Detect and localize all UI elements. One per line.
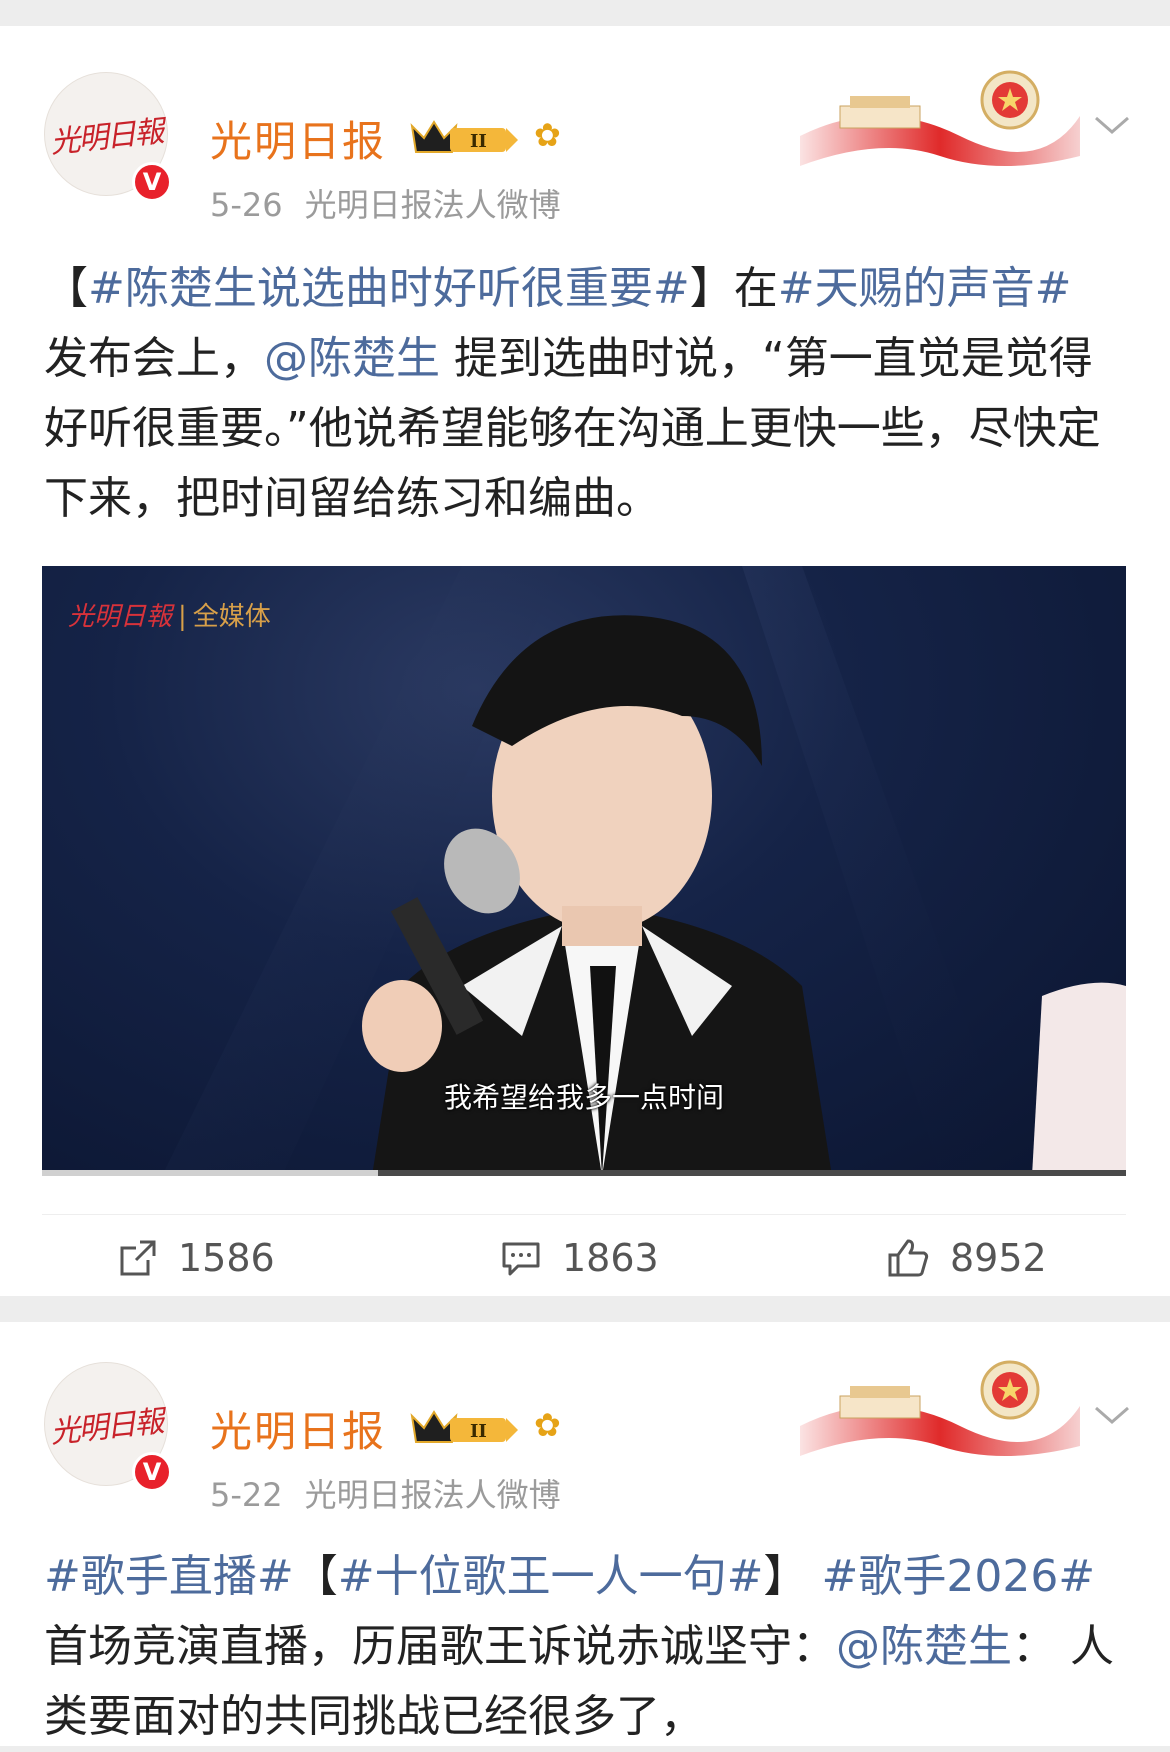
post-meta: 5-22 光明日报法人微博	[210, 1470, 583, 1516]
post-meta: 5-26 光明日报法人微博	[210, 180, 583, 226]
mention-link[interactable]: @陈楚生	[836, 1621, 1012, 1672]
video-watermark: 光明日報 | 全媒体	[68, 596, 271, 633]
video-progress-bar[interactable]	[42, 1170, 1126, 1176]
national-emblem-banner	[800, 1356, 1080, 1460]
post-source: 光明日报法人微博	[304, 186, 561, 224]
text-span: 在	[733, 263, 778, 314]
post-source: 光明日报法人微博	[304, 1476, 561, 1514]
like-count: 8952	[950, 1236, 1047, 1280]
chevron-down-icon[interactable]	[1092, 112, 1132, 138]
verified-badge-icon: V	[132, 162, 172, 202]
comment-icon	[502, 1242, 540, 1276]
hashtag-link[interactable]: #歌手直播#	[44, 1551, 294, 1602]
comment-count: 1863	[562, 1236, 659, 1280]
repost-count: 1586	[178, 1236, 275, 1280]
action-bar: 1586 1863 8952	[0, 1236, 1170, 1296]
national-emblem-banner	[800, 66, 1080, 170]
bracket-open: 【	[44, 263, 88, 314]
repost-button[interactable]: 1586	[118, 1236, 275, 1280]
post-text: 【#陈楚生说选曲时好听很重要#】在#天赐的声音# 发布会上，@陈楚生 提到选曲时…	[44, 254, 1124, 534]
bracket-open: 【	[293, 1551, 338, 1602]
repost-icon	[120, 1240, 156, 1276]
vip-crown-badge-icon[interactable]: II	[406, 1408, 520, 1448]
svg-text:II: II	[470, 131, 487, 152]
like-button[interactable]: 8952	[886, 1236, 1047, 1280]
hashtag-link[interactable]: #歌手2026#	[821, 1551, 1095, 1602]
divider	[42, 1214, 1126, 1215]
thumbs-up-icon	[888, 1239, 929, 1277]
text-span: 发布会上，	[44, 333, 264, 384]
video-progress-fill	[42, 1170, 379, 1176]
hashtag-link[interactable]: #十位歌王一人一句#	[338, 1551, 764, 1602]
mention-link[interactable]: @陈楚生	[264, 333, 440, 384]
watermark-media-label: 全媒体	[192, 601, 271, 631]
bracket-close: 】	[689, 263, 734, 314]
chevron-down-icon[interactable]	[1092, 1402, 1132, 1428]
post-date: 5-22	[210, 1476, 283, 1514]
hashtag-link[interactable]: #天赐的声音#	[778, 263, 1072, 314]
bracket-close: 】	[763, 1551, 822, 1602]
card-separator	[0, 1296, 1170, 1322]
post-date: 5-26	[210, 186, 283, 224]
vip-crown-badge-icon[interactable]: II	[406, 118, 520, 158]
feed-post: 光明日報 V 光明日报 II ✿ 5-22 光明日报法人微博 #歌手直播#【#十位…	[0, 1322, 1170, 1746]
svg-text:II: II	[470, 1421, 487, 1442]
sunflower-icon: ✿	[534, 116, 561, 154]
sunflower-icon: ✿	[534, 1406, 561, 1444]
post-text: #歌手直播#【#十位歌王一人一句#】 #歌手2026# 首场竞演直播，历届歌王诉…	[44, 1542, 1124, 1752]
author-name[interactable]: 光明日报	[210, 108, 386, 169]
watermark-separator: |	[178, 602, 187, 632]
top-gap	[0, 0, 1170, 26]
avatar-logo-text: 光明日報	[48, 1404, 164, 1451]
hashtag-link[interactable]: #陈楚生说选曲时好听很重要#	[88, 263, 690, 314]
feed-post: 光明日報 V 光明日报 II ✿ 5-26 光明日报法人微博 【#陈楚生说选曲时好…	[0, 26, 1170, 1296]
avatar-logo-text: 光明日報	[48, 114, 164, 161]
comment-button[interactable]: 1863	[500, 1236, 659, 1280]
video-player[interactable]: 光明日報 | 全媒体 我希望给我多一点时间	[42, 566, 1126, 1176]
video-subtitle: 我希望给我多一点时间	[443, 1081, 724, 1114]
verified-badge-icon: V	[132, 1452, 172, 1492]
author-name[interactable]: 光明日报	[210, 1398, 386, 1459]
text-span: 首场竞演直播，历届歌王诉说赤诚坚守：	[44, 1621, 836, 1672]
watermark-logo: 光明日報	[68, 602, 173, 632]
